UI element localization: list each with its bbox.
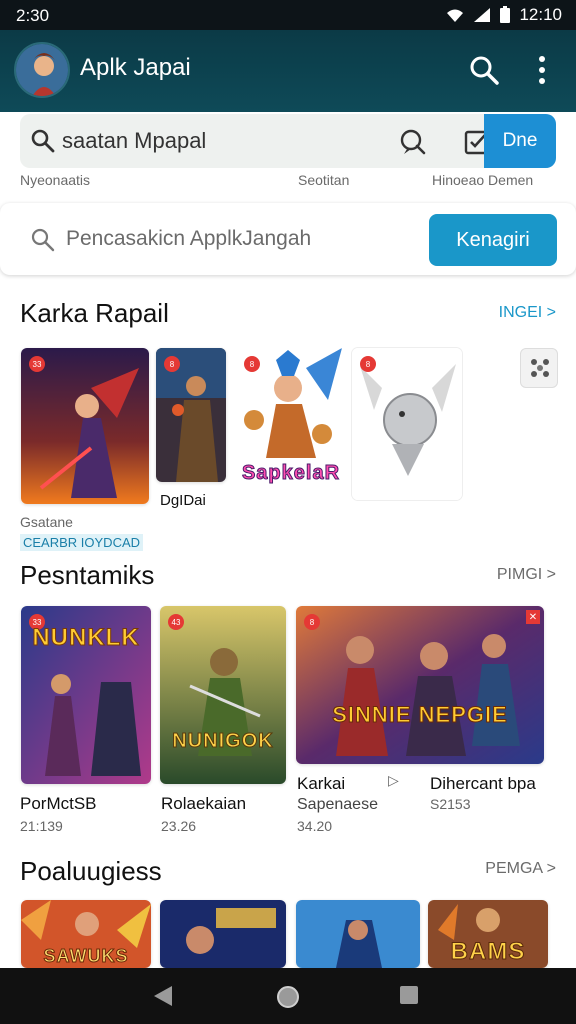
app-rating: 21:139 <box>20 818 63 834</box>
app-rating: S2153 <box>430 796 471 812</box>
tile-art-text: BAMS <box>450 938 526 966</box>
search-query[interactable]: saatan Mpapal <box>62 128 206 154</box>
app-subtitle: Sapenaese <box>297 796 378 813</box>
play-arrow-icon: ▷ <box>388 772 399 788</box>
status-chip: CEARBR IOYDCAD <box>20 534 144 551</box>
app-label: Dihercant bpa <box>430 774 536 793</box>
signal-icon <box>474 8 491 22</box>
app-tile[interactable]: BAMS <box>428 900 548 968</box>
app-tile[interactable] <box>160 900 286 968</box>
app-label: Rolaekaian <box>161 794 247 813</box>
app-tile[interactable]: 33 NUNKLK <box>21 606 151 784</box>
app-rating: 23.26 <box>161 818 197 834</box>
filter-labels: Nyeonaatis Seotitan Hinoeao Demen <box>20 172 556 192</box>
badge: 8 <box>304 614 320 630</box>
search-icon <box>31 129 55 153</box>
app-label: Gsatane <box>20 514 73 530</box>
app-label: Karkai <box>297 774 346 793</box>
app-avatar[interactable] <box>14 42 70 98</box>
game-art-icon <box>296 900 420 968</box>
app-rating: 34.20 <box>297 818 333 834</box>
wifi-icon <box>447 9 464 22</box>
section-title: Karka Rapail <box>20 298 169 328</box>
game-art-icon <box>296 606 544 764</box>
badge: 8 <box>164 356 180 372</box>
app-tile[interactable]: 8 SapkelaR <box>236 348 346 494</box>
search-submit-button[interactable]: Kenagiri <box>429 214 557 266</box>
app-tile[interactable]: SAWUKS <box>21 900 151 968</box>
search-card: Pencasakicn ApplkJangah Kenagiri <box>0 203 576 275</box>
app-tile[interactable]: 33 <box>21 348 149 504</box>
section-more-link[interactable]: INGEI > <box>499 304 556 322</box>
tile-art-text: NUNKLK <box>32 624 140 652</box>
filter-label[interactable]: Hinoeao Demen <box>432 172 533 188</box>
close-icon[interactable]: ✕ <box>526 610 540 624</box>
status-clock: 12:10 <box>519 5 562 24</box>
filter-label[interactable]: Seotitan <box>298 172 349 188</box>
app-label: DgIDai <box>160 492 206 509</box>
game-art-icon <box>160 900 286 968</box>
system-nav-bar <box>0 968 576 1024</box>
apps-grid-icon <box>531 359 549 377</box>
badge: 8 <box>360 356 376 372</box>
section-more-link[interactable]: PIMGI > <box>497 566 556 584</box>
app-tile[interactable]: 8 <box>156 348 226 482</box>
game-art-icon <box>160 606 286 784</box>
app-label: PorMctSB <box>20 794 97 813</box>
app-bar: Aplk Japai <box>0 30 576 112</box>
tile-art-text: SAWUKS <box>43 946 129 967</box>
avatar-art-icon <box>16 44 68 96</box>
chat-search-icon[interactable] <box>398 127 428 157</box>
badge: 8 <box>244 356 260 372</box>
badge: 33 <box>29 356 45 372</box>
back-icon[interactable] <box>150 984 176 1008</box>
search-bar[interactable]: saatan Mpapal Dne <box>20 114 556 168</box>
tile-art-text: SINNIE NEPGIE <box>332 702 508 728</box>
search-icon[interactable] <box>468 54 500 86</box>
grid-menu-button[interactable] <box>520 348 558 388</box>
search-placeholder[interactable]: Pencasakicn ApplkJangah <box>66 227 311 251</box>
app-tile[interactable]: 8 <box>352 348 462 500</box>
status-bar: 2:30 12:10 <box>0 0 576 30</box>
filter-label[interactable]: Nyeonaatis <box>20 172 90 188</box>
app-tile[interactable]: 43 NUNIGOK <box>160 606 286 784</box>
tile-art-text: SapkelaR <box>241 462 341 485</box>
tile-art-text: NUNIGOK <box>172 730 274 753</box>
search-icon <box>31 228 55 252</box>
game-art-icon <box>21 348 149 504</box>
app-tile[interactable] <box>296 900 420 968</box>
section-title: Poaluugiess <box>20 856 162 886</box>
status-time: 2:30 <box>16 6 50 25</box>
app-title: Aplk Japai <box>80 54 191 81</box>
battery-icon <box>500 6 511 23</box>
badge: 43 <box>168 614 184 630</box>
section-more-link[interactable]: PEMGA > <box>485 860 556 878</box>
section-title: Pesntamiks <box>20 560 155 590</box>
more-vert-icon[interactable] <box>530 54 554 86</box>
recents-icon[interactable] <box>398 984 420 1006</box>
done-button[interactable]: Dne <box>484 114 556 168</box>
home-icon[interactable] <box>275 984 301 1010</box>
app-tile-wide[interactable]: 8 ✕ SINNIE NEPGIE <box>296 606 544 764</box>
